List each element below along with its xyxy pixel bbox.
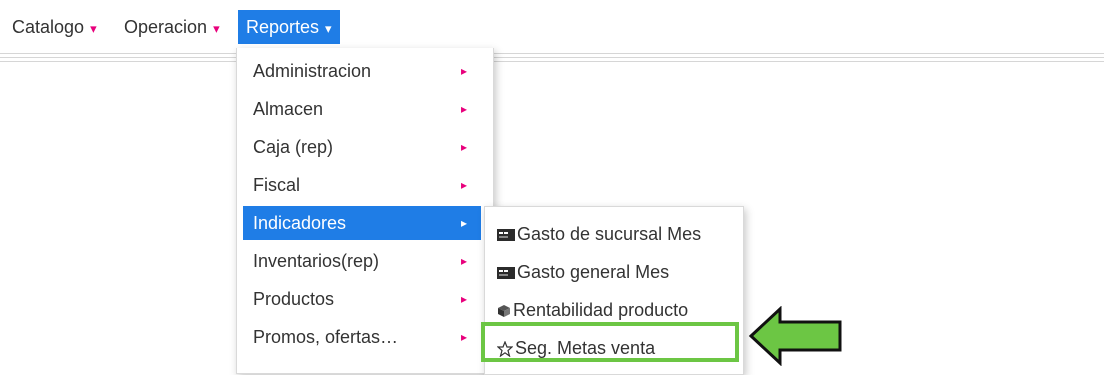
submenu-item-gasto-sucursal[interactable]: Gasto de sucursal Mes [497, 217, 701, 251]
submenu-item-label: Gasto general Mes [517, 262, 670, 282]
menu-item-label: Productos [253, 289, 335, 309]
menu-item-label: Promos, ofertas… [253, 327, 399, 347]
report-icon [497, 267, 515, 280]
star-outline-icon [497, 341, 513, 358]
chevron-right-icon: ▸ [460, 102, 467, 116]
chevron-right-icon: ▸ [460, 140, 467, 154]
menu-item-inventarios[interactable]: Inventarios(rep) ▸ [243, 244, 481, 278]
nav-reportes[interactable]: Reportes ▾ [238, 10, 340, 44]
nav-reportes-label: Reportes [246, 17, 320, 37]
menu-item-fiscal[interactable]: Fiscal ▸ [243, 168, 481, 202]
submenu-item-gasto-general[interactable]: Gasto general Mes [497, 255, 669, 289]
submenu-item-seg-metas[interactable]: Seg. Metas venta [497, 331, 655, 365]
menu-item-promos[interactable]: Promos, ofertas… ▸ [243, 320, 481, 354]
report-icon [497, 229, 515, 242]
divider [0, 61, 1104, 62]
menu-item-almacen[interactable]: Almacen ▸ [243, 92, 481, 126]
reportes-dropdown: Administracion ▸ Almacen ▸ Caja (rep) ▸ … [236, 48, 494, 374]
nav-operacion-label: Operacion [124, 17, 208, 37]
divider [0, 57, 1104, 58]
menu-item-label: Almacen [253, 99, 324, 119]
menu-item-productos[interactable]: Productos ▸ [243, 282, 481, 316]
menu-item-label: Caja (rep) [253, 137, 334, 157]
caret-down-icon: ▾ [90, 21, 97, 36]
caret-down-icon: ▾ [213, 21, 220, 36]
top-menubar: Catalogo ▾ Operacion ▾ Reportes ▾ [0, 0, 1104, 50]
menu-item-label: Fiscal [253, 175, 301, 195]
chevron-right-icon: ▸ [460, 178, 467, 192]
chevron-right-icon: ▸ [460, 216, 467, 230]
menu-item-label: Inventarios(rep) [253, 251, 380, 271]
nav-catalogo-label: Catalogo [12, 17, 85, 37]
caret-down-icon: ▾ [325, 21, 332, 36]
arrow-left-icon [748, 306, 842, 366]
menu-item-label: Administracion [253, 61, 372, 81]
chevron-right-icon: ▸ [460, 64, 467, 78]
menu-item-label: Indicadores [253, 213, 347, 233]
chevron-right-icon: ▸ [460, 330, 467, 344]
menu-item-administracion[interactable]: Administracion ▸ [243, 54, 481, 88]
submenu-item-label: Gasto de sucursal Mes [517, 224, 702, 244]
box-icon [498, 305, 510, 318]
chevron-right-icon: ▸ [460, 254, 467, 268]
chevron-right-icon: ▸ [460, 292, 467, 306]
submenu-item-label: Rentabilidad producto [513, 300, 689, 320]
submenu-item-label: Seg. Metas venta [515, 338, 656, 358]
nav-operacion[interactable]: Operacion ▾ [124, 10, 220, 44]
indicadores-submenu: Gasto de sucursal Mes Gasto general Mes … [484, 206, 744, 375]
divider [0, 53, 1104, 54]
nav-catalogo[interactable]: Catalogo ▾ [12, 10, 97, 44]
menu-item-caja[interactable]: Caja (rep) ▸ [243, 130, 481, 164]
submenu-item-rentabilidad[interactable]: Rentabilidad producto [497, 293, 688, 327]
menu-item-indicadores[interactable]: Indicadores ▸ [243, 206, 481, 240]
